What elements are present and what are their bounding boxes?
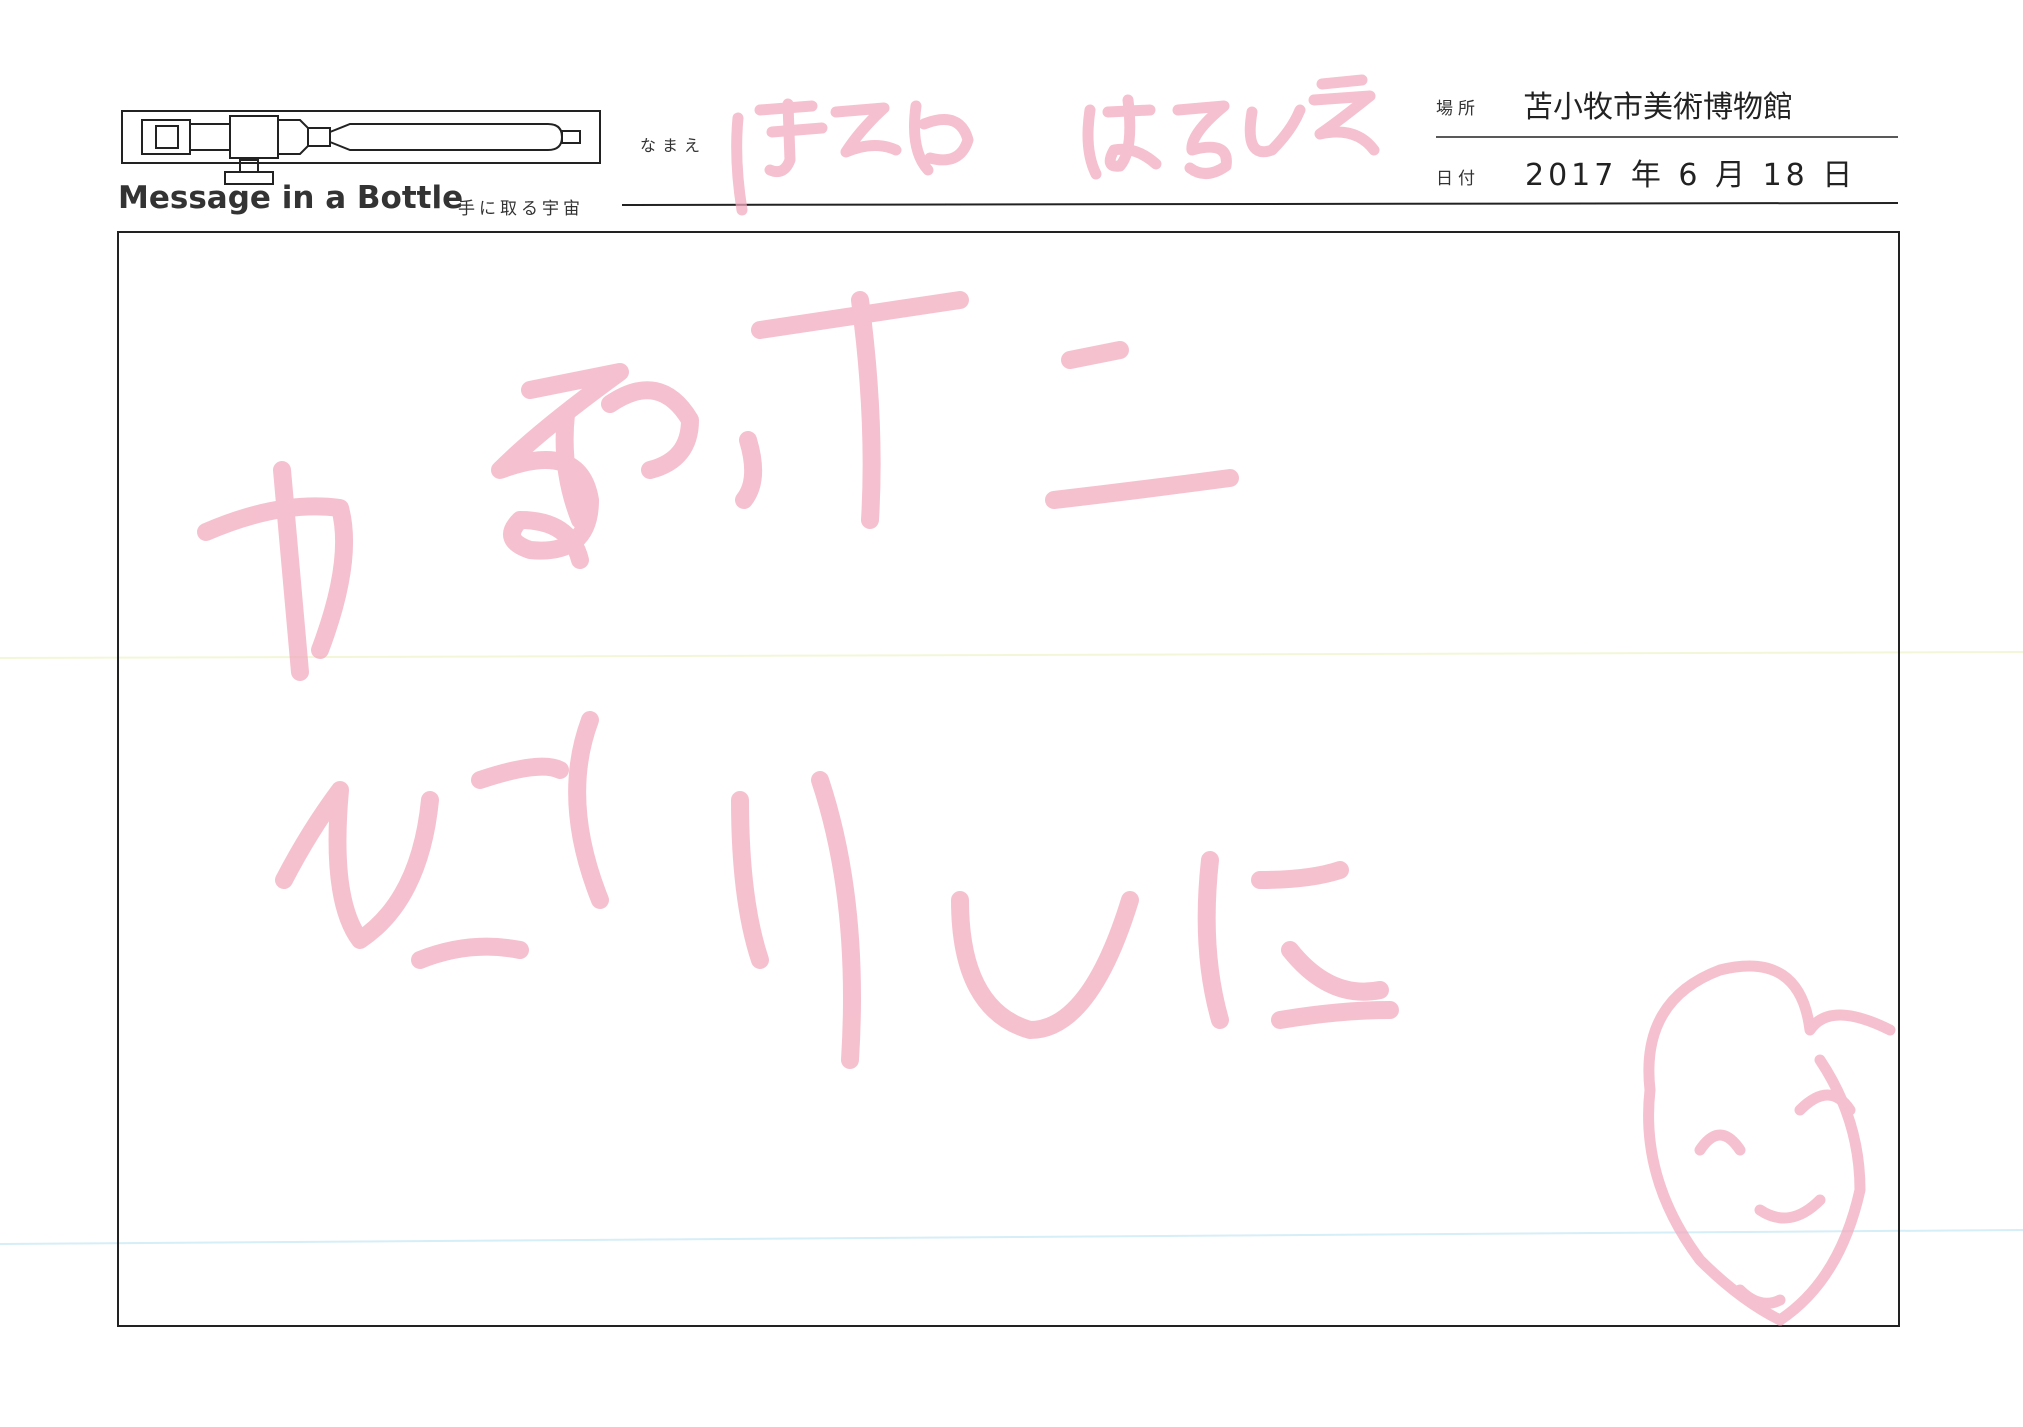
hand-drawn-face-icon [1643,960,1896,1326]
